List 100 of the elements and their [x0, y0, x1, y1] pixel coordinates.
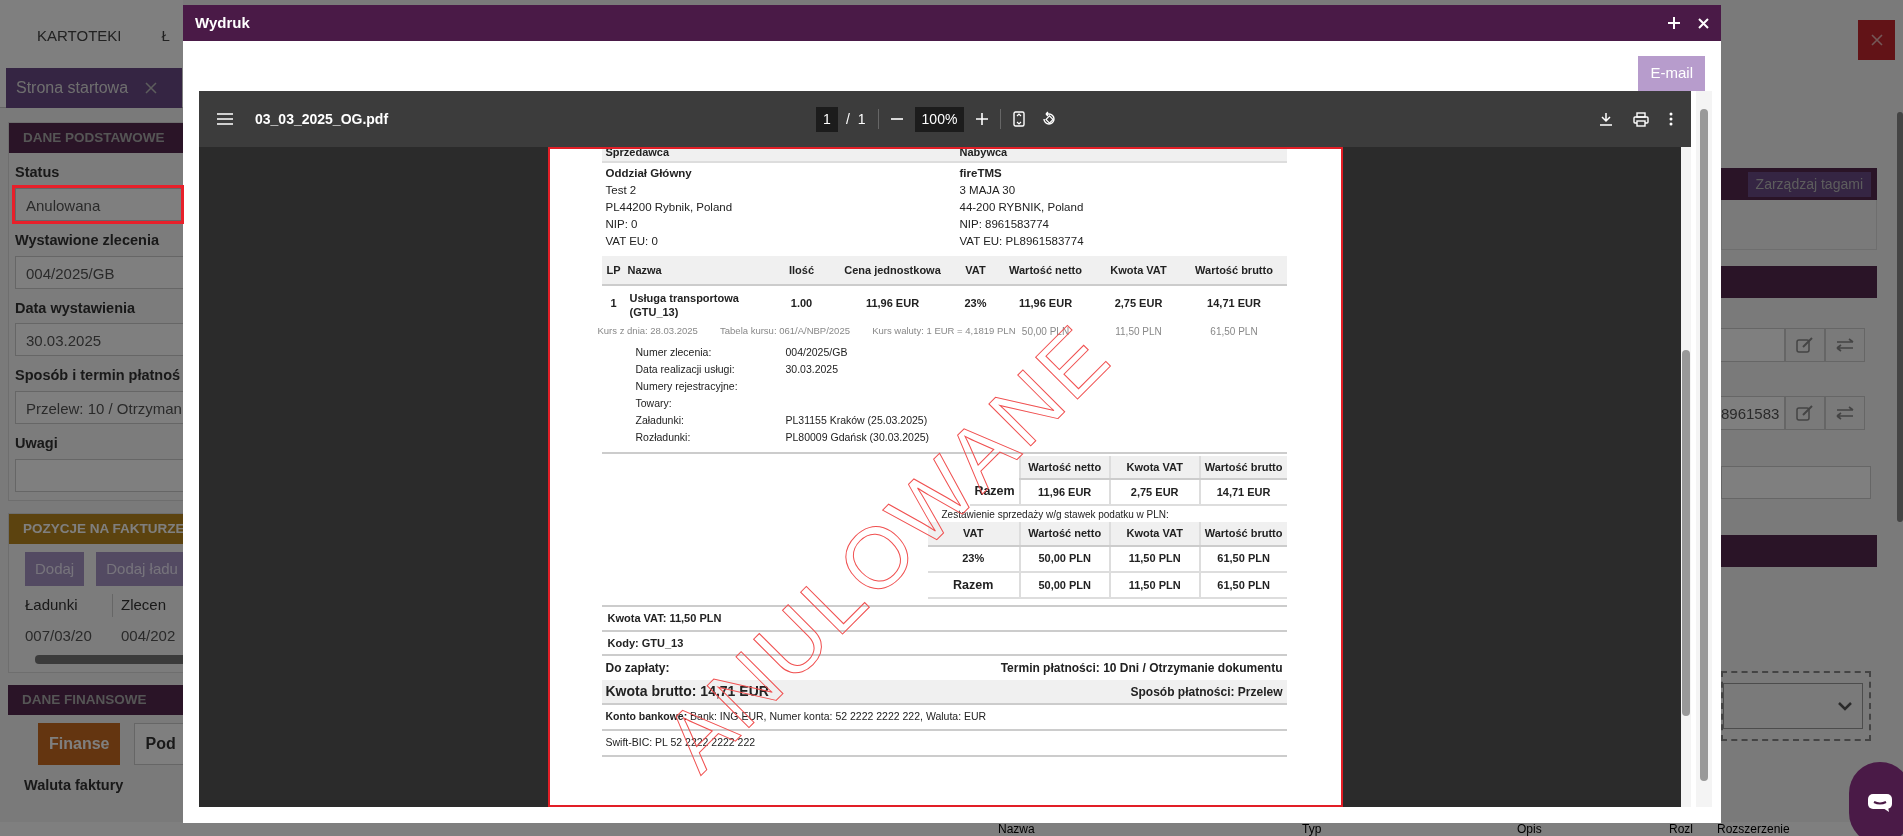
scrollbar-thumb[interactable]: [1700, 109, 1708, 781]
address-line: 3 MAJA 30: [959, 182, 1017, 198]
field-label: Data wystawienia: [15, 298, 137, 318]
column-header: Wartość brutto: [1199, 522, 1287, 546]
page-number-field[interactable]: 1: [816, 106, 838, 132]
column-header: Ilość: [773, 255, 830, 285]
detail-label: Towary:: [635, 395, 673, 411]
edit-button[interactable]: [1785, 396, 1825, 430]
address-line: VAT EU: PL8961583774: [959, 233, 1085, 249]
party-name: fireTMS: [959, 165, 1003, 181]
column-header[interactable]: Ładunki: [25, 594, 113, 617]
field-label: Waluta faktury: [24, 776, 125, 796]
chat-icon: [1867, 793, 1893, 813]
nav-item[interactable]: Ł: [161, 24, 170, 48]
zoom-field[interactable]: 100%: [914, 106, 965, 132]
table-cell: 2,75 EUR: [1109, 479, 1200, 505]
menu-icon[interactable]: [217, 113, 233, 125]
column-header: Wartość brutto: [1199, 455, 1287, 479]
column-header: Kwota VAT: [1095, 255, 1182, 285]
party-heading: Nabywca: [959, 147, 1009, 160]
chat-button[interactable]: [1849, 762, 1903, 836]
input-field[interactable]: Przelew: 10 / Otrzyman: [15, 391, 183, 424]
table-cell: 61,50 PLN: [1210, 326, 1258, 337]
chevron-down-icon: [1838, 701, 1852, 711]
column-header: Nazwa: [625, 255, 774, 285]
table-cell: 1: [601, 285, 626, 321]
column-header[interactable]: Nazwa: [998, 822, 1302, 836]
section-header: DANE PODSTAWOWE: [9, 123, 183, 153]
input-field[interactable]: Anulowana: [15, 187, 183, 221]
input-field[interactable]: 004/2025/GB: [15, 255, 183, 289]
field-label: Uwagi: [15, 434, 59, 453]
address-line: 44-200 RYBNIK, Poland: [959, 199, 1085, 215]
print-icon[interactable]: [1633, 111, 1649, 127]
address-line: PL44200 Rybnik, Poland: [605, 199, 734, 215]
tab[interactable]: Finanse: [38, 723, 121, 766]
page-tab[interactable]: Strona startowa: [6, 68, 182, 108]
download-icon[interactable]: [1599, 112, 1613, 126]
table-cell: 23%: [955, 285, 996, 321]
table-cell: 14,71 EUR: [1181, 285, 1287, 321]
zoom-in-icon[interactable]: [976, 113, 989, 125]
column-header[interactable]: Opis: [1517, 822, 1669, 836]
close-icon[interactable]: [1698, 17, 1709, 29]
more-icon[interactable]: [1669, 112, 1673, 126]
table-cell: 61,50 PLN: [1199, 571, 1287, 599]
rotate-icon[interactable]: [1041, 111, 1058, 127]
table-cell: 14,71 EUR: [1199, 479, 1287, 505]
fit-page-icon[interactable]: [1013, 111, 1026, 127]
tab[interactable]: Pod: [134, 723, 183, 766]
table-cell: 11,50 PLN: [1115, 326, 1162, 337]
address-line: Test 2: [605, 182, 638, 198]
swap-button[interactable]: [1825, 396, 1865, 430]
swap-button[interactable]: [1825, 328, 1865, 362]
column-header: Wartość netto: [995, 255, 1096, 285]
file-name: 03_03_2025_OG.pdf: [255, 109, 389, 129]
horizontal-scrollbar[interactable]: [35, 655, 183, 665]
address-line: NIP: 0: [605, 216, 639, 232]
table-cell-text: 007/03/20: [25, 625, 93, 646]
close-button[interactable]: [1858, 20, 1895, 60]
column-header: LP: [601, 255, 626, 285]
column-header: VAT: [955, 255, 996, 285]
scrollbar[interactable]: [1897, 112, 1903, 522]
table-cell-text: 004/202: [121, 625, 177, 646]
scrollbar-thumb[interactable]: [1682, 350, 1690, 716]
swap-icon: [1836, 406, 1854, 420]
input-field[interactable]: [1721, 328, 1785, 362]
plus-icon[interactable]: [1668, 17, 1680, 29]
page-separator: /: [845, 109, 850, 129]
email-button[interactable]: E-mail: [1638, 56, 1705, 91]
table-cell: Usługa transportowa (GTU_13): [625, 285, 774, 321]
table-cell: 1.00: [773, 285, 830, 321]
amount-due-label: Do zapłaty:: [605, 660, 670, 678]
close-icon: [1869, 33, 1884, 47]
address-line: VAT EU: 0: [605, 233, 659, 249]
column-header: Cena jednostkowa: [829, 255, 956, 285]
party-name: Oddział Główny: [605, 165, 693, 181]
input-field[interactable]: 8961583: [1721, 396, 1785, 430]
field-label: Wystawione zlecenia: [15, 230, 160, 250]
table-cell: 11,96 EUR: [995, 285, 1096, 321]
table-cell: 11,50 PLN: [1109, 571, 1200, 599]
nav-item[interactable]: KARTOTEKI: [37, 24, 122, 48]
input-field[interactable]: 30.03.2025: [15, 323, 183, 357]
table-cell: 11,96 EUR: [829, 285, 956, 321]
swap-icon: [1836, 338, 1854, 352]
party-heading: Sprzedawca: [605, 147, 671, 160]
page-count: 1: [857, 109, 866, 129]
field-label: Sposób i termin płatnoś: [15, 366, 182, 386]
section-header: DANE FINANSOWE: [8, 685, 183, 716]
input-field[interactable]: [1721, 466, 1871, 499]
column-header: Kwota VAT: [1109, 455, 1200, 479]
manage-tags-button[interactable]: Zarządzaj tagami: [1747, 171, 1871, 197]
column-header: Kwota VAT: [1109, 522, 1200, 546]
edit-icon: [1796, 405, 1814, 421]
dialog-title: Wydruk: [195, 13, 250, 31]
address-line: NIP: 8961583774: [959, 216, 1051, 232]
column-header[interactable]: Rozl: [1669, 822, 1717, 836]
edit-icon: [1796, 337, 1814, 353]
edit-button[interactable]: [1785, 328, 1825, 362]
column-header[interactable]: Typ: [1302, 822, 1517, 836]
payment-method: Sposób płatności: Przelew: [1130, 683, 1283, 701]
select-field[interactable]: [1723, 683, 1863, 729]
